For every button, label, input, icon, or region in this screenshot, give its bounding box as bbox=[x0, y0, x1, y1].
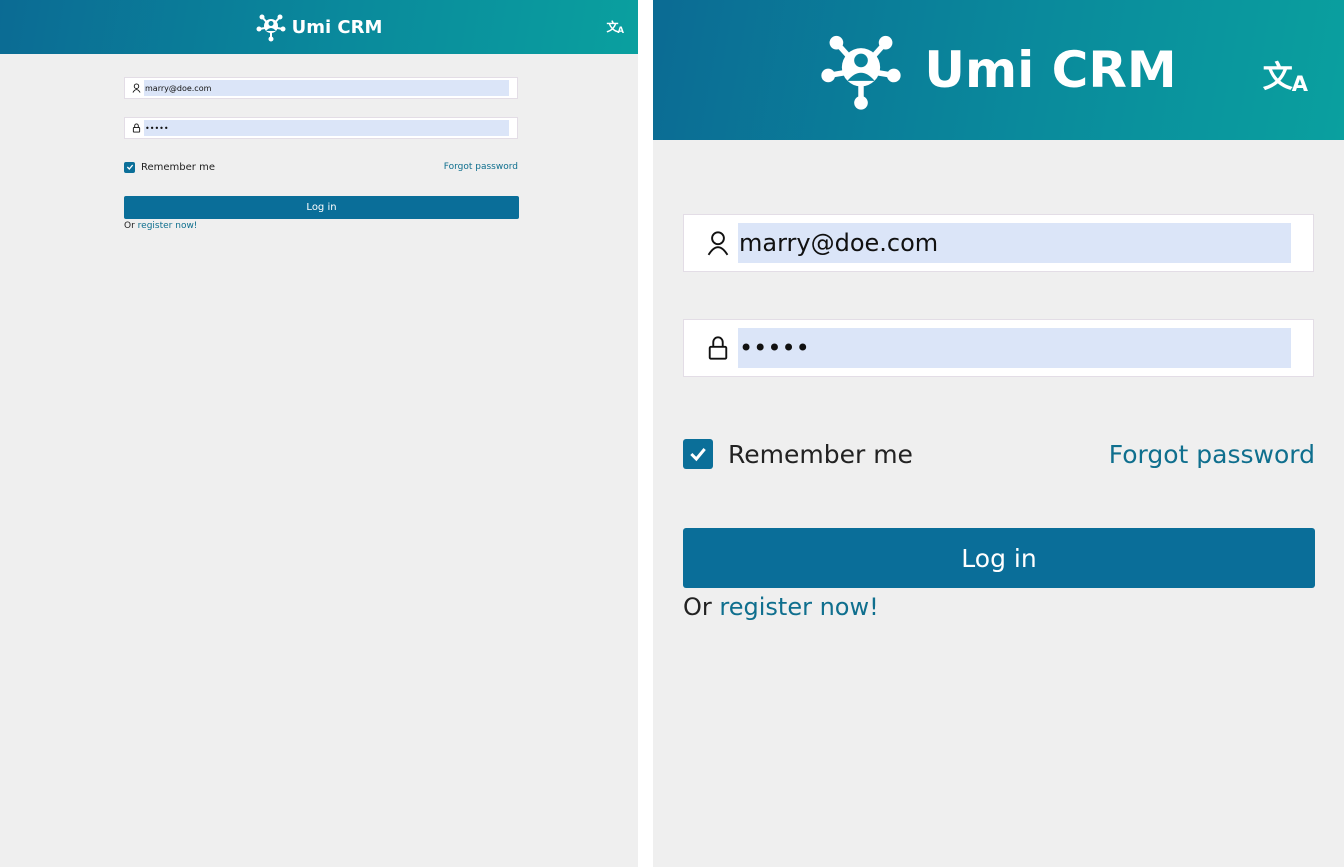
password-input[interactable] bbox=[738, 328, 1291, 368]
user-icon bbox=[706, 230, 730, 256]
password-field bbox=[683, 319, 1314, 377]
login-page-zoomed: Umi CRM 文A Remember me Forgot password L… bbox=[653, 0, 1344, 867]
forgot-password-link[interactable]: Forgot password bbox=[444, 162, 518, 172]
remember-row: Remember me Forgot password bbox=[124, 160, 518, 174]
remember-me-checkbox[interactable]: Remember me bbox=[683, 439, 913, 469]
password-input[interactable] bbox=[144, 120, 509, 136]
register-line: Or register now! bbox=[124, 221, 197, 231]
translate-icon[interactable]: 文A bbox=[1263, 52, 1308, 96]
translate-icon[interactable]: 文A bbox=[607, 18, 625, 35]
register-line: Or register now! bbox=[683, 593, 879, 621]
login-button[interactable]: Log in bbox=[683, 528, 1315, 588]
app-title: Umi CRM bbox=[924, 41, 1177, 99]
remember-me-label: Remember me bbox=[141, 161, 215, 173]
header-bar: Umi CRM 文A bbox=[0, 0, 638, 54]
brand: Umi CRM bbox=[256, 12, 383, 42]
email-field bbox=[683, 214, 1314, 272]
email-input[interactable] bbox=[738, 223, 1291, 263]
remember-me-checkbox[interactable]: Remember me bbox=[124, 161, 215, 173]
remember-me-label: Remember me bbox=[728, 439, 913, 469]
checkbox-checked-icon[interactable] bbox=[124, 161, 135, 173]
password-field bbox=[124, 117, 518, 139]
crm-logo-icon bbox=[256, 12, 286, 42]
register-link[interactable]: register now! bbox=[719, 593, 878, 621]
email-input[interactable] bbox=[144, 80, 509, 96]
email-field bbox=[124, 77, 518, 99]
register-link[interactable]: register now! bbox=[138, 221, 198, 231]
forgot-password-link[interactable]: Forgot password bbox=[1109, 440, 1315, 469]
header-bar: Umi CRM 文A bbox=[653, 0, 1344, 140]
app-title: Umi CRM bbox=[291, 16, 383, 38]
remember-row: Remember me Forgot password bbox=[683, 436, 1315, 472]
user-icon bbox=[132, 83, 141, 93]
login-page-small: Umi CRM 文A Remember me Forgot password L… bbox=[0, 0, 638, 867]
register-prefix: Or bbox=[683, 593, 712, 621]
lock-icon bbox=[706, 335, 730, 361]
lock-icon bbox=[132, 123, 141, 133]
crm-logo-icon bbox=[820, 29, 902, 111]
brand: Umi CRM bbox=[820, 29, 1177, 111]
login-button[interactable]: Log in bbox=[124, 196, 519, 219]
register-prefix: Or bbox=[124, 221, 135, 231]
checkbox-checked-icon[interactable] bbox=[683, 439, 713, 469]
